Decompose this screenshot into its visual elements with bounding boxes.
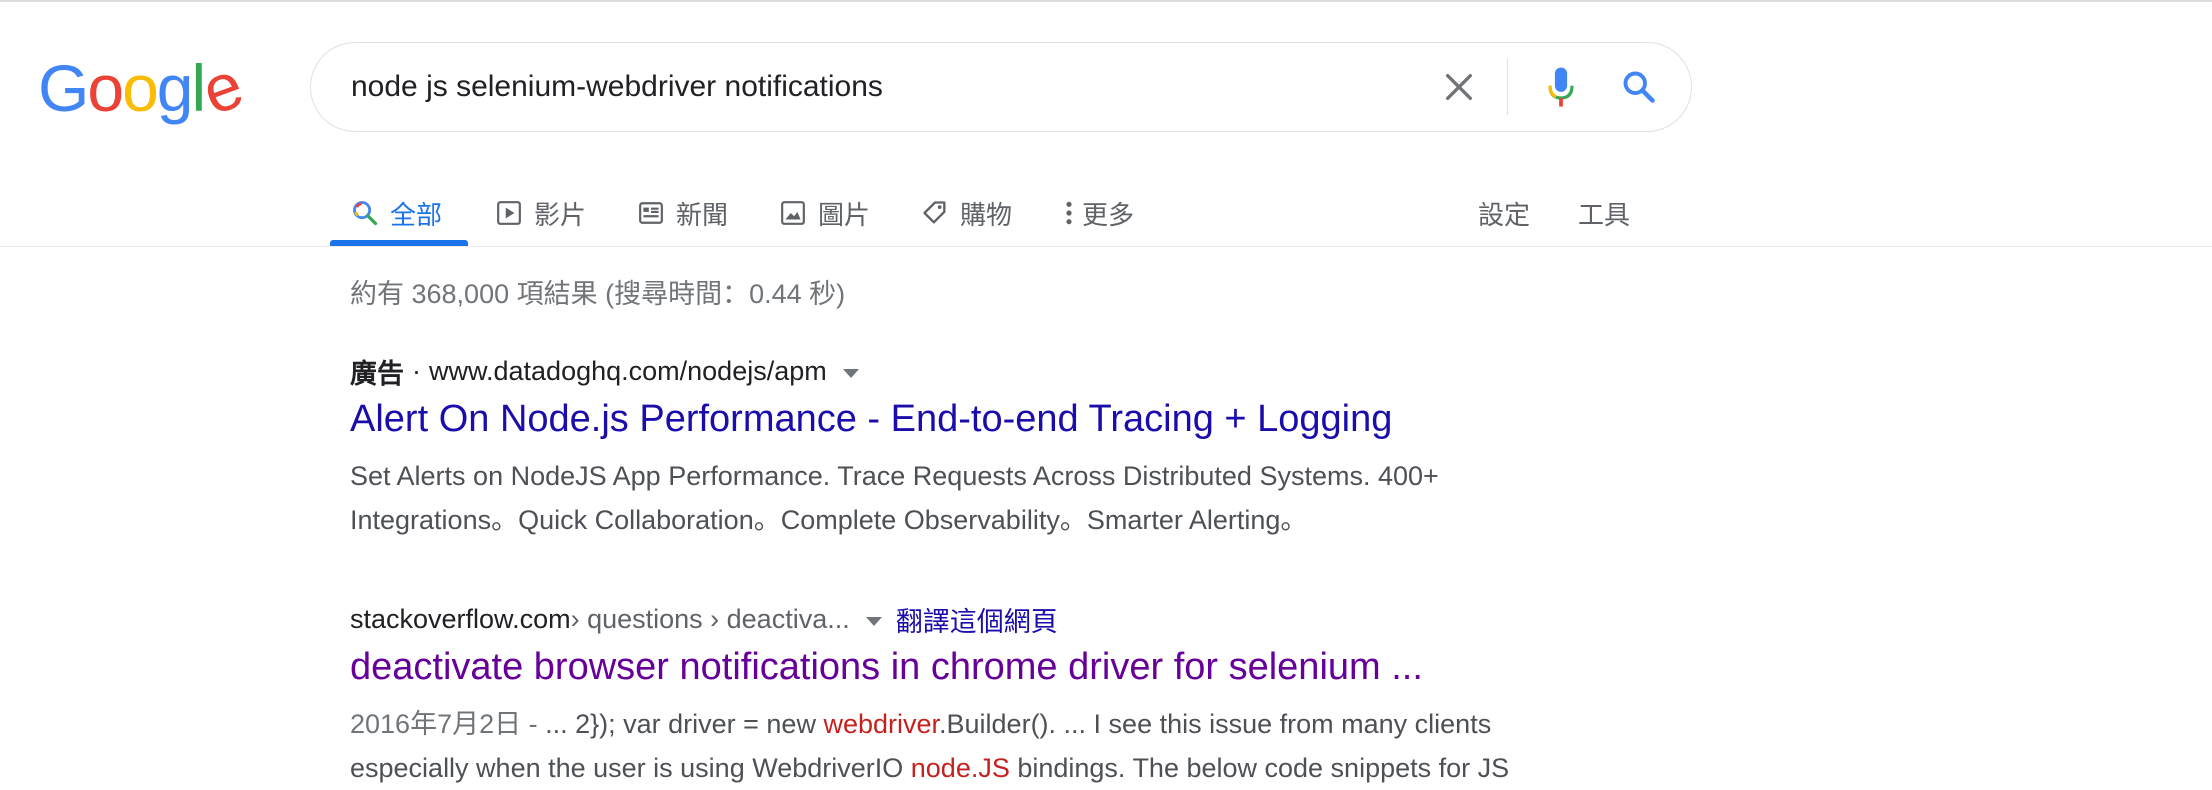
search-input[interactable]: node js selenium-webdriver notifications	[351, 43, 883, 131]
tab-label: 新聞	[676, 199, 729, 230]
result-stats: 約有 368,000 項結果 (搜尋時間：0.44 秒)	[350, 279, 846, 309]
ad-url-line: 廣告 · www.datadoghq.com/nodejs/apm	[350, 352, 859, 391]
chevron-down-icon[interactable]	[865, 616, 882, 626]
tab-videos[interactable]: 影片	[494, 178, 586, 248]
clear-search-button[interactable]	[1433, 61, 1485, 113]
result-domain: stackoverflow.com	[350, 604, 571, 634]
play-icon	[494, 198, 524, 228]
tab-shopping[interactable]: 購物	[920, 178, 1012, 248]
snippet-text: .Builder(). ... I see this issue from ma…	[939, 709, 1492, 739]
search-divider	[1507, 59, 1508, 115]
tab-news[interactable]: 新聞	[636, 178, 728, 248]
logo-letter-g: G	[38, 51, 89, 125]
tabs-divider	[0, 246, 2212, 247]
result-title[interactable]: deactivate browser notifications in chro…	[350, 646, 1423, 689]
tab-all[interactable]: 全部	[350, 178, 442, 248]
search-icon	[1623, 71, 1655, 103]
result-date: 2016年7月2日 -	[350, 709, 546, 739]
ad-snippet-line: Set Alerts on NodeJS App Performance. Tr…	[350, 461, 1439, 491]
tab-label: 更多	[1082, 199, 1135, 230]
logo-letter-o2: o	[122, 51, 159, 125]
search-button[interactable]	[1613, 61, 1665, 113]
tag-icon	[920, 198, 950, 228]
search-icon	[350, 198, 380, 228]
tab-label: 購物	[960, 199, 1013, 230]
snippet-emphasis: node.JS	[910, 753, 1010, 783]
tools-link[interactable]: 工具	[1578, 178, 1630, 248]
search-tabs: 全部 影片 新聞 圖片 購物 更多 設定 工具	[330, 178, 1630, 248]
translate-page-link[interactable]: 翻譯這個網頁	[896, 600, 1058, 639]
tab-label: 圖片	[818, 199, 871, 230]
search-box[interactable]: node js selenium-webdriver notifications	[310, 42, 1692, 132]
snippet-text: ... 2}); var driver = new	[545, 709, 824, 739]
ad-result-title[interactable]: Alert On Node.js Performance - End-to-en…	[350, 398, 1392, 441]
result-snippet: 2016年7月2日 - ... 2}); var driver = new we…	[350, 702, 1550, 790]
ad-label: 廣告	[350, 359, 404, 389]
ad-url: www.datadoghq.com/nodejs/apm	[429, 356, 827, 386]
settings-link[interactable]: 設定	[1478, 178, 1530, 248]
snippet-emphasis: webdriver	[823, 709, 940, 739]
snippet-text: especially when the user is using Webdri…	[350, 753, 911, 783]
tab-label: 全部	[390, 199, 443, 230]
logo-letter-g2: g	[156, 51, 194, 125]
chevron-down-icon[interactable]	[842, 368, 859, 378]
voice-search-button[interactable]	[1535, 61, 1587, 113]
separator: ·	[412, 356, 421, 386]
result-cite-line: stackoverflow.com › questions › deactiva…	[350, 600, 1058, 639]
tab-label: 影片	[534, 199, 587, 230]
logo-letter-o1: o	[87, 51, 124, 125]
google-logo[interactable]: Google	[38, 47, 250, 128]
tab-images[interactable]: 圖片	[778, 178, 870, 248]
news-icon	[636, 198, 666, 228]
snippet-line: 2016年7月2日 - ... 2}); var driver = new we…	[350, 702, 1550, 746]
image-icon	[778, 198, 808, 228]
close-icon	[1445, 73, 1473, 101]
more-vert-icon	[1062, 198, 1076, 228]
snippet-text: bindings. The below code snippets for JS	[1009, 753, 1510, 783]
top-border	[0, 0, 2212, 2]
result-path: › questions › deactiva...	[570, 604, 850, 634]
ad-snippet-line: Integrations。Quick Collaboration。Complet…	[350, 505, 1308, 535]
tab-more[interactable]: 更多	[1062, 178, 1134, 248]
snippet-line: especially when the user is using Webdri…	[350, 746, 1550, 790]
ad-result-snippet: Set Alerts on NodeJS App Performance. Tr…	[350, 454, 1550, 542]
microphone-icon	[1548, 67, 1574, 107]
